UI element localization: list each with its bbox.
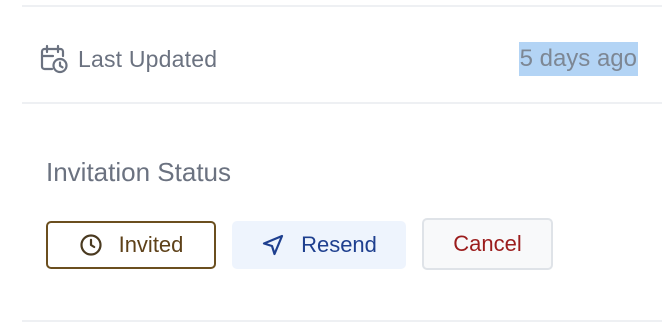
resend-label: Resend: [301, 232, 377, 257]
clock-icon: [79, 233, 103, 257]
cancel-label: Cancel: [453, 231, 522, 256]
last-updated-value: 5 days ago: [518, 42, 638, 76]
invited-status-label: Invited: [118, 232, 184, 257]
send-icon: [261, 233, 285, 257]
last-updated-label: Last Updated: [78, 46, 218, 72]
top-divider: [22, 5, 662, 7]
invitation-status-title: Invitation Status: [46, 157, 231, 187]
resend-button[interactable]: Resend: [232, 221, 406, 269]
section-divider: [22, 102, 662, 104]
last-updated-row: Last Updated 5 days ago: [40, 42, 638, 76]
cancel-invitation-button[interactable]: Cancel: [422, 218, 553, 270]
invited-status-button[interactable]: Invited: [46, 221, 216, 269]
calendar-clock-icon: [40, 44, 68, 74]
